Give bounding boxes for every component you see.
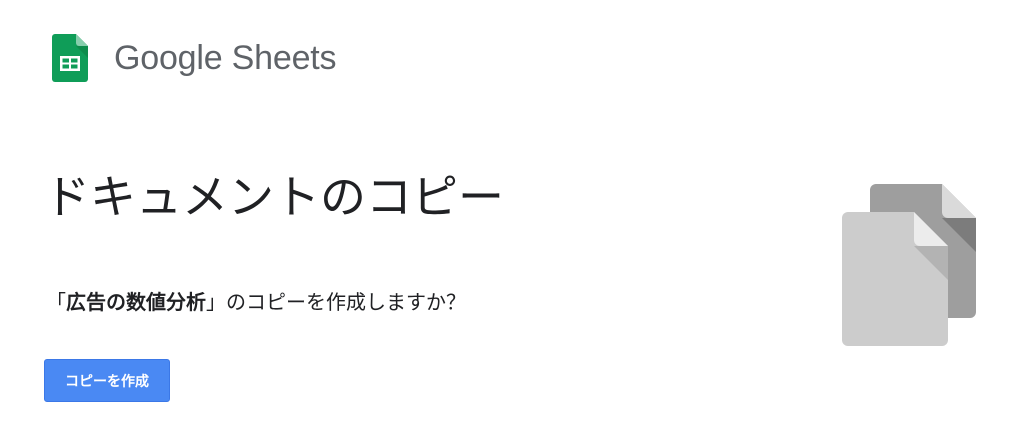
page-title: ドキュメントのコピー xyxy=(44,170,504,224)
sheets-logo-icon xyxy=(52,34,88,82)
copy-documents-icon xyxy=(842,184,976,346)
make-copy-button[interactable]: コピーを作成 xyxy=(44,359,170,402)
question-prefix: 「 xyxy=(46,290,66,314)
document-name: 広告の数値分析 xyxy=(66,290,206,314)
google-sheets-logo: Google Sheets xyxy=(52,34,337,82)
product-name: Google Sheets xyxy=(114,39,337,77)
front-document-icon xyxy=(842,212,948,346)
question-suffix: 」のコピーを作成しますか？ xyxy=(206,290,466,314)
copy-question: 「広告の数値分析」のコピーを作成しますか？ xyxy=(46,288,466,316)
